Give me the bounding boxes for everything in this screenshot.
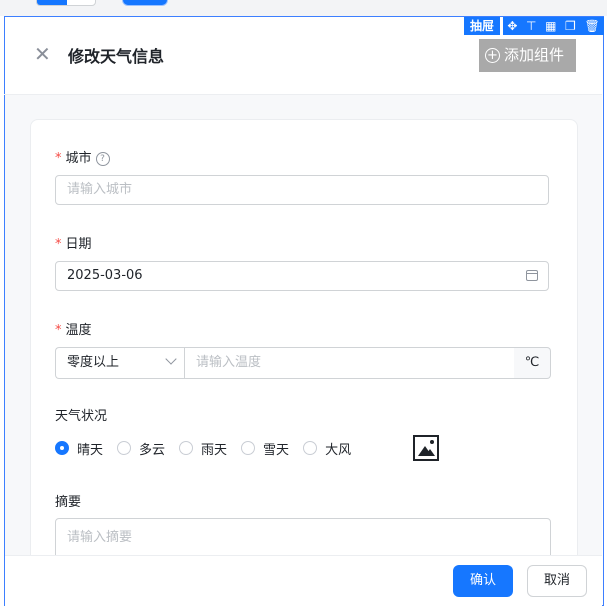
copy-icon[interactable]: ❐ bbox=[565, 17, 576, 35]
align-top-icon[interactable]: ⊤ bbox=[526, 17, 536, 35]
temperature-group: 零度以上 请输入温度 ℃ bbox=[55, 347, 551, 379]
radio-sunny[interactable]: 晴天 bbox=[55, 439, 103, 458]
drawer-tag: 抽屉 bbox=[464, 17, 501, 35]
weather-radio-group: 晴天 多云 雨天 雪天 大风 bbox=[55, 438, 365, 458]
radio-snowy[interactable]: 雪天 bbox=[241, 439, 289, 458]
drawer-title: 修改天气信息 bbox=[68, 47, 165, 66]
weather-label: 天气状况 bbox=[55, 409, 108, 424]
calendar-icon bbox=[526, 270, 538, 281]
image-sun-shape bbox=[430, 440, 434, 444]
required-mark: * bbox=[55, 237, 62, 252]
cancel-button[interactable]: 取消 bbox=[527, 565, 587, 597]
date-value: 2025-03-06 bbox=[67, 268, 143, 283]
component-toolbar: ✥ ⊤ ▦ ❐ 🗑 bbox=[503, 17, 604, 35]
summary-placeholder: 请输入摘要 bbox=[67, 530, 133, 545]
city-label: * 城市? bbox=[55, 147, 110, 166]
radio-button[interactable] bbox=[241, 441, 256, 455]
temperature-input[interactable]: 请输入温度 bbox=[184, 347, 515, 379]
temperature-label: * 温度 bbox=[55, 323, 92, 338]
radio-windy[interactable]: 大风 bbox=[303, 439, 351, 458]
background-button bbox=[122, 0, 168, 6]
required-mark: * bbox=[55, 151, 62, 166]
add-component-label: 添加组件 bbox=[504, 46, 565, 64]
add-component-button[interactable]: + 添加组件 bbox=[479, 39, 576, 72]
help-icon[interactable]: ? bbox=[95, 152, 110, 166]
image-mountain-shape bbox=[425, 449, 435, 456]
temperature-unit: ℃ bbox=[514, 347, 551, 379]
form-card: * 城市? 请输入城市 * 日期 2025-03-06 * 温度 零度以上 请输入温度… bbox=[30, 119, 578, 555]
date-label: * 日期 bbox=[55, 237, 92, 252]
summary-textarea[interactable]: 请输入摘要 bbox=[55, 518, 551, 555]
radio-cloudy[interactable]: 多云 bbox=[117, 439, 165, 458]
table-icon[interactable]: ▦ bbox=[545, 17, 556, 35]
temperature-placeholder: 请输入温度 bbox=[196, 355, 262, 370]
image-icon[interactable] bbox=[413, 435, 439, 461]
temperature-range-select[interactable]: 零度以上 bbox=[55, 347, 185, 379]
drawer-footer: 确认 取消 bbox=[5, 555, 602, 606]
radio-button[interactable] bbox=[179, 441, 194, 455]
radio-button[interactable] bbox=[303, 441, 318, 455]
drawer-body: * 城市? 请输入城市 * 日期 2025-03-06 * 温度 零度以上 请输入温度… bbox=[5, 95, 602, 555]
radio-rainy[interactable]: 雨天 bbox=[179, 439, 227, 458]
city-placeholder: 请输入城市 bbox=[67, 182, 133, 197]
move-icon[interactable]: ✥ bbox=[507, 17, 517, 35]
close-icon[interactable]: ✕ bbox=[34, 44, 52, 64]
confirm-button[interactable]: 确认 bbox=[453, 565, 513, 597]
drawer-header: ✕ 修改天气信息 + 添加组件 bbox=[4, 34, 602, 95]
date-picker[interactable]: 2025-03-06 bbox=[55, 261, 549, 291]
required-mark: * bbox=[55, 323, 62, 338]
temperature-range-value: 零度以上 bbox=[67, 355, 120, 370]
plus-circle-icon: + bbox=[485, 48, 500, 63]
radio-button[interactable] bbox=[55, 441, 69, 455]
city-input[interactable]: 请输入城市 bbox=[55, 175, 549, 205]
chevron-down-icon bbox=[165, 353, 177, 365]
background-toggle bbox=[36, 0, 96, 6]
delete-icon[interactable]: 🗑 bbox=[584, 17, 599, 35]
radio-button[interactable] bbox=[117, 441, 132, 455]
summary-label: 摘要 bbox=[55, 495, 82, 510]
